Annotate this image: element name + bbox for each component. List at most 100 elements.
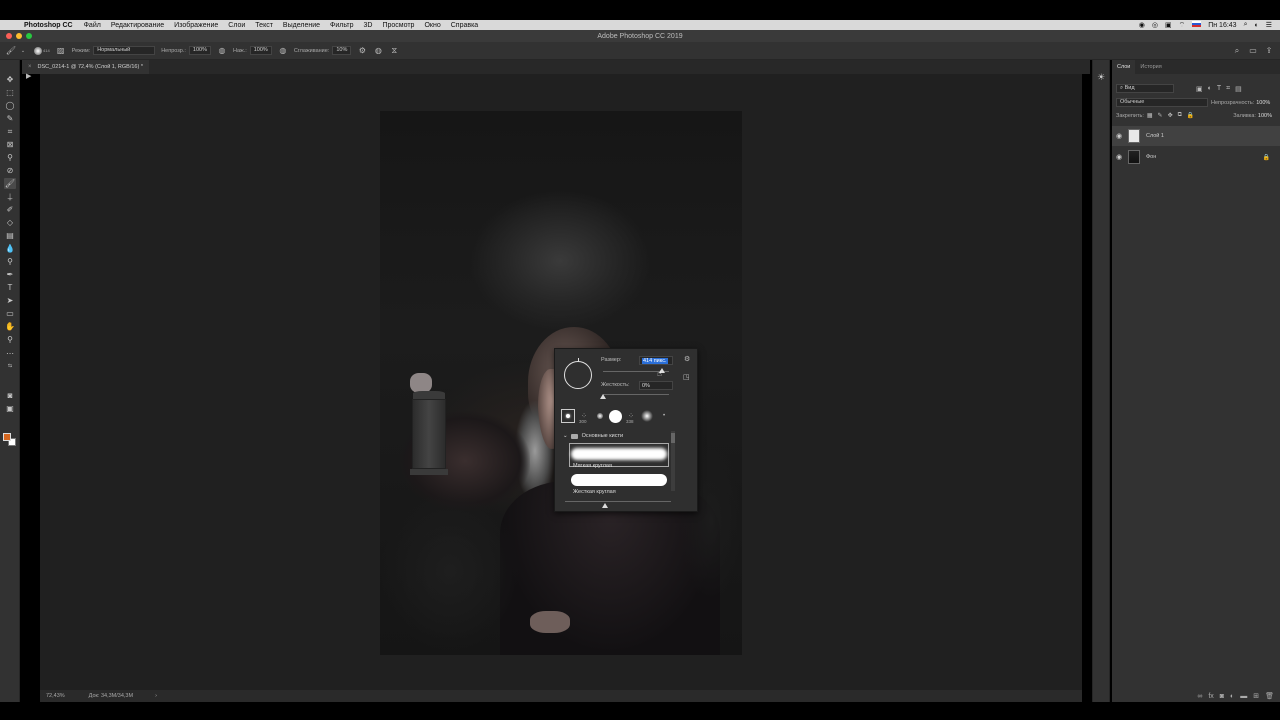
brush-settings-icon[interactable]: ◳ bbox=[683, 373, 690, 381]
size-field[interactable]: 414 пикс. bbox=[639, 356, 673, 365]
workspace-icon[interactable]: ▭ bbox=[1248, 46, 1258, 56]
marquee-tool-icon[interactable]: ⬚ bbox=[4, 87, 16, 98]
hand-tool-icon[interactable]: ✋ bbox=[4, 321, 16, 332]
layer-name[interactable]: Фон bbox=[1146, 154, 1156, 160]
layer-row-1[interactable]: ◉ Слой 1 bbox=[1112, 126, 1280, 146]
soft-round-stroke-preview[interactable] bbox=[571, 448, 667, 460]
gradient-tool-icon[interactable]: ▤ bbox=[4, 230, 16, 241]
history-brush-tool-icon[interactable]: ✐ bbox=[4, 204, 16, 215]
brush-name-soft-round[interactable]: Мягкая круглая bbox=[573, 463, 612, 469]
lock-pixels-icon[interactable]: ✎ bbox=[1158, 112, 1163, 119]
wifi-icon[interactable]: ⌔ bbox=[1179, 21, 1186, 30]
document-size-readout[interactable]: Док: 34,3M/34,3M bbox=[89, 693, 133, 699]
brush-preset-picker[interactable]: 414 bbox=[34, 46, 50, 55]
blend-mode-select[interactable]: Обычные bbox=[1116, 98, 1208, 107]
lock-transparency-icon[interactable]: ▦ bbox=[1147, 112, 1153, 119]
brush-tool-icon[interactable]: 🖌 bbox=[4, 178, 16, 189]
foreground-color-swatch[interactable] bbox=[3, 433, 11, 441]
quick-mask-icon[interactable]: ◙ bbox=[4, 390, 16, 401]
brush-preset-popup[interactable]: Размер: 414 пикс. ⚙ ◳ ☝ Жесткость: 0% ⁘ … bbox=[554, 348, 698, 512]
menu-image[interactable]: Изображение bbox=[174, 22, 218, 29]
tab-layers[interactable]: Слои bbox=[1112, 60, 1136, 74]
filter-smart-object-icon[interactable]: ▤ bbox=[1235, 85, 1242, 93]
lock-all-icon[interactable]: 🔒 bbox=[1187, 112, 1194, 119]
tool-preset-chevron-icon[interactable]: ⌄ bbox=[18, 46, 28, 56]
brush-name-hard-round[interactable]: Жесткая круглая bbox=[573, 489, 616, 495]
filter-type-icon[interactable]: T bbox=[1217, 85, 1221, 92]
pressure-opacity-icon[interactable]: ◍ bbox=[217, 46, 227, 56]
brush-group-row[interactable]: ⌄ Основные кисти bbox=[563, 433, 623, 439]
layer-locked-icon[interactable]: 🔒 bbox=[1263, 154, 1270, 161]
opacity-field[interactable]: 100% bbox=[188, 46, 211, 55]
brush-tip-soft-large[interactable] bbox=[640, 409, 654, 423]
new-group-icon[interactable]: ▬ bbox=[1240, 693, 1247, 700]
brush-tip-hard-large[interactable] bbox=[608, 409, 622, 423]
layer-style-icon[interactable]: fx bbox=[1208, 693, 1213, 700]
frame-tool-icon[interactable]: ⊠ bbox=[4, 139, 16, 150]
clock[interactable]: Пн 16:43 bbox=[1208, 22, 1236, 29]
spotlight-icon[interactable]: ⌕ bbox=[1244, 21, 1248, 29]
minimize-window-button[interactable] bbox=[16, 33, 22, 39]
creative-cloud-icon[interactable]: ◉ bbox=[1139, 21, 1145, 29]
layer-row-background[interactable]: ◉ Фон 🔒 bbox=[1112, 147, 1280, 167]
visibility-eye-icon[interactable]: ◉ bbox=[1112, 132, 1126, 140]
adjustment-layer-icon[interactable]: ◐ bbox=[1230, 693, 1234, 700]
brush-tip-tiny[interactable]: • bbox=[657, 409, 671, 423]
eraser-tool-icon[interactable]: ◇ bbox=[4, 217, 16, 228]
symmetry-icon[interactable]: ⧖ bbox=[389, 46, 399, 56]
quick-selection-tool-icon[interactable]: ✎ bbox=[4, 113, 16, 124]
hardness-field[interactable]: 0% bbox=[639, 381, 673, 390]
close-tab-icon[interactable]: × bbox=[28, 64, 32, 70]
siri-icon[interactable]: ◐ bbox=[1254, 22, 1258, 29]
menu-window[interactable]: Окно bbox=[424, 22, 440, 29]
screen-mode-icon[interactable]: ▣ bbox=[4, 403, 16, 414]
blur-tool-icon[interactable]: 💧 bbox=[4, 243, 16, 254]
pen-tool-icon[interactable]: ✒ bbox=[4, 269, 16, 280]
dodge-tool-icon[interactable]: ⚲ bbox=[4, 256, 16, 267]
layer-filter-select[interactable]: ⌕ Вид bbox=[1116, 84, 1174, 93]
add-mask-icon[interactable]: ◙ bbox=[1220, 693, 1224, 700]
status-menu-arrow-icon[interactable]: › bbox=[155, 693, 157, 699]
healing-brush-tool-icon[interactable]: ⊘ bbox=[4, 165, 16, 176]
brush-tool-icon[interactable]: 🖌 bbox=[6, 46, 16, 56]
popup-gear-icon[interactable]: ⚙ bbox=[684, 355, 690, 363]
menu-3d[interactable]: 3D bbox=[364, 22, 373, 29]
expand-panel-arrow-icon[interactable]: ▶ bbox=[26, 72, 31, 80]
lock-position-icon[interactable]: ✥ bbox=[1168, 112, 1173, 119]
zoom-readout[interactable]: 72,43% bbox=[46, 693, 65, 699]
hard-round-stroke-preview[interactable] bbox=[571, 474, 667, 486]
smoothing-options-gear-icon[interactable]: ⚙ bbox=[357, 46, 367, 56]
lock-artboard-icon[interactable]: ⧉ bbox=[1178, 112, 1182, 119]
menu-type[interactable]: Текст bbox=[255, 22, 273, 29]
filter-adjustment-icon[interactable]: ◐ bbox=[1208, 85, 1212, 92]
filter-shape-icon[interactable]: ⌗ bbox=[1226, 85, 1230, 93]
filter-pixel-icon[interactable]: ▣ bbox=[1196, 85, 1203, 93]
close-window-button[interactable] bbox=[6, 33, 12, 39]
hardness-slider-thumb[interactable] bbox=[600, 394, 606, 399]
new-layer-icon[interactable]: ⊞ bbox=[1253, 692, 1259, 700]
brush-tip-soft-medium[interactable] bbox=[593, 409, 607, 423]
menu-layer[interactable]: Слои bbox=[228, 22, 245, 29]
menu-filter[interactable]: Фильтр bbox=[330, 22, 354, 29]
rectangle-tool-icon[interactable]: ▭ bbox=[4, 308, 16, 319]
adjustments-panel-icon[interactable]: ☀ bbox=[1097, 72, 1105, 83]
smoothing-field[interactable]: 10% bbox=[332, 46, 352, 55]
menu-select[interactable]: Выделение bbox=[283, 22, 320, 29]
menu-app-name[interactable]: Photoshop CC bbox=[24, 22, 73, 29]
notification-center-icon[interactable]: ☰ bbox=[1266, 21, 1272, 29]
move-tool-icon[interactable]: ✥ bbox=[4, 74, 16, 85]
mode-select[interactable]: Нормальный bbox=[93, 46, 156, 55]
screen-record-icon[interactable]: ◎ bbox=[1152, 21, 1158, 29]
brush-angle-preview[interactable] bbox=[564, 358, 592, 389]
edit-toolbar-icon[interactable]: ⋯ bbox=[4, 348, 16, 359]
document-tab[interactable]: × DSC_0214-1 @ 72,4% (Слой 1, RGB/16) * bbox=[22, 60, 149, 74]
messages-icon[interactable]: ▣ bbox=[1165, 21, 1172, 29]
canvas-area[interactable]: Размер: 414 пикс. ⚙ ◳ ☝ Жесткость: 0% ⁘ … bbox=[40, 74, 1082, 690]
preview-size-slider-thumb[interactable] bbox=[602, 503, 608, 508]
menu-help[interactable]: Справка bbox=[451, 22, 478, 29]
tab-history[interactable]: История bbox=[1135, 60, 1166, 74]
lasso-tool-icon[interactable]: ◯ bbox=[4, 100, 16, 111]
delete-layer-icon[interactable]: 🗑 bbox=[1265, 692, 1274, 700]
hardness-slider-track[interactable] bbox=[603, 394, 669, 395]
share-icon[interactable]: ⇪ bbox=[1264, 46, 1274, 56]
